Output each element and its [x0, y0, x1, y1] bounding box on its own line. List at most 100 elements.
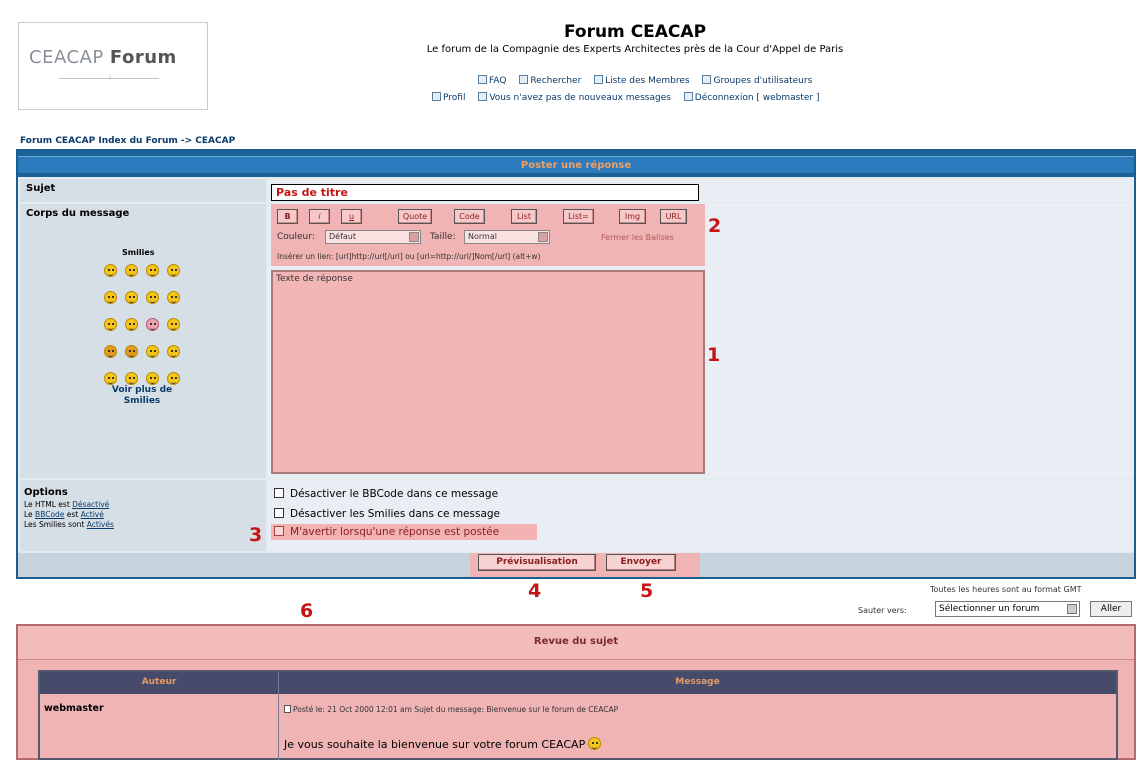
smiley-icon[interactable] — [146, 264, 159, 277]
notify-option[interactable]: M'avertir lorsqu'une réponse est postée — [274, 526, 499, 538]
review-table: Auteur Message webmaster Posté le: 21 Oc… — [38, 670, 1118, 760]
forum-logo[interactable]: CEACAP Forum ⊥ — [18, 22, 208, 110]
form-overlay: Smilies Voir plus de Smilies B i u Quote… — [16, 149, 1136, 579]
color-label: Couleur: — [277, 232, 315, 242]
forum-jump-select[interactable]: Sélectionner un forum — [935, 601, 1080, 617]
smiley-icon[interactable] — [104, 264, 117, 277]
bbcode-help-link[interactable]: BBCode — [35, 510, 64, 519]
site-title: Forum CEACAP — [563, 22, 707, 42]
more-smilies-link[interactable]: Voir plus de Smilies — [102, 385, 182, 407]
nav-members[interactable]: Liste des Membres — [594, 75, 690, 86]
code-button[interactable]: Code — [454, 209, 485, 224]
preview-button[interactable]: Prévisualisation — [478, 554, 596, 571]
image-button[interactable]: Img — [619, 209, 646, 224]
smiley-icon[interactable] — [146, 345, 159, 358]
nav-messages[interactable]: Vous n'avez pas de nouveaux messages — [478, 92, 671, 103]
nav-groups[interactable]: Groupes d'utilisateurs — [702, 75, 812, 86]
logout-icon — [683, 92, 693, 101]
callout-1: 1 — [707, 344, 721, 366]
nav-faq[interactable]: FAQ — [478, 75, 507, 86]
nav-faq-label: FAQ — [489, 76, 507, 86]
html-status-value[interactable]: Désactivé — [72, 500, 109, 509]
smiley-icon[interactable] — [125, 372, 138, 385]
logo-text: CEACAP Forum — [29, 47, 177, 68]
breadcrumb[interactable]: Forum CEACAP Index du Forum -> CEACAP — [20, 136, 235, 146]
search-icon — [519, 75, 529, 84]
logo-text-bold: Forum — [109, 47, 177, 68]
smiley-icon[interactable] — [167, 291, 180, 304]
smiley-icon[interactable] — [167, 318, 180, 331]
col-message: Message — [675, 677, 720, 687]
nav-logout-label: Déconnexion [ webmaster ] — [694, 93, 820, 103]
bbcode-status-mid: est — [64, 510, 81, 519]
bbcode-status-value[interactable]: Activé — [81, 510, 104, 519]
callout-3: 3 — [249, 524, 263, 546]
smiley-icon[interactable] — [104, 345, 117, 358]
smilies-status-value[interactable]: Activés — [87, 520, 114, 529]
list-button[interactable]: List — [511, 209, 537, 224]
smiley-icon[interactable] — [167, 345, 180, 358]
html-status-prefix: Le HTML est — [24, 500, 73, 509]
underline-button[interactable]: u — [341, 209, 362, 224]
smiley-icon[interactable] — [146, 318, 159, 331]
review-header: Revue du sujet — [18, 626, 1134, 660]
topic-review: Revue du sujet Auteur Message webmaster … — [16, 624, 1136, 760]
callout-4: 4 — [528, 580, 542, 602]
notify-label: M'avertir lorsqu'une réponse est postée — [290, 526, 500, 538]
nav-profile[interactable]: Profil — [432, 92, 465, 103]
site-description: Le forum de la Compagnie des Experts Arc… — [426, 44, 844, 55]
disable-smilies-label: Désactiver les Smilies dans ce message — [290, 508, 501, 520]
smiley-icon[interactable] — [125, 291, 138, 304]
url-button[interactable]: URL — [660, 209, 687, 224]
toolbar-hint: Insérer un lien: [url]http://url[/url] o… — [277, 252, 541, 261]
smiley-icon[interactable] — [146, 372, 159, 385]
smiley-icon[interactable] — [104, 318, 117, 331]
chevron-down-icon — [538, 232, 548, 242]
smiley-icon[interactable] — [167, 264, 180, 277]
close-tags-link[interactable]: Fermer les Balises — [601, 233, 674, 242]
post-icon — [284, 705, 291, 713]
italic-button[interactable]: i — [309, 209, 330, 224]
timezone-note: Toutes les heures sont au format GMT — [930, 585, 1082, 594]
submit-button[interactable]: Envoyer — [606, 554, 676, 571]
callout-5: 5 — [640, 580, 654, 602]
review-post-body: Je vous souhaite la bienvenue sur votre … — [284, 737, 602, 751]
profile-icon — [432, 92, 441, 101]
jump-label: Sauter vers: — [858, 606, 907, 615]
nav-logout[interactable]: Déconnexion [ webmaster ] — [683, 92, 820, 103]
nav-members-label: Liste des Membres — [605, 76, 690, 86]
ordered-list-button[interactable]: List= — [563, 209, 594, 224]
quote-button[interactable]: Quote — [398, 209, 432, 224]
smiley-icon[interactable] — [104, 372, 117, 385]
smiley-icon[interactable] — [125, 318, 138, 331]
nav-search[interactable]: Rechercher — [519, 75, 582, 86]
groups-icon — [702, 75, 712, 84]
smiley-icon[interactable] — [125, 345, 138, 358]
color-select[interactable]: Défaut — [325, 230, 421, 244]
color-select-value: Défaut — [329, 232, 357, 241]
review-post-text: Je vous souhaite la bienvenue sur votre … — [284, 738, 586, 751]
smiley-icon[interactable] — [167, 372, 180, 385]
nav-search-label: Rechercher — [530, 76, 582, 86]
disable-bbcode-option[interactable]: Désactiver le BBCode dans ce message — [274, 488, 498, 500]
disable-bbcode-checkbox[interactable] — [274, 488, 284, 498]
messages-icon — [478, 92, 488, 101]
smiley-icon[interactable] — [104, 291, 117, 304]
smilies-status-prefix: Les Smilies sont — [24, 520, 87, 529]
chevron-down-icon — [1067, 604, 1077, 614]
col-author: Auteur — [141, 677, 177, 687]
jump-go-button[interactable]: Aller — [1090, 601, 1132, 617]
notify-checkbox[interactable] — [274, 526, 284, 536]
disable-smilies-option[interactable]: Désactiver les Smilies dans ce message — [274, 508, 500, 520]
size-select-value: Normal — [468, 232, 497, 241]
smiley-icon[interactable] — [125, 264, 138, 277]
bold-button[interactable]: B — [277, 209, 298, 224]
disable-smilies-checkbox[interactable] — [274, 508, 284, 518]
size-select[interactable]: Normal — [464, 230, 550, 244]
message-textarea[interactable]: Texte de réponse — [271, 270, 705, 474]
nav-messages-label: Vous n'avez pas de nouveaux messages — [489, 93, 671, 103]
disable-bbcode-label: Désactiver le BBCode dans ce message — [290, 488, 499, 500]
subject-input[interactable] — [271, 184, 699, 201]
smiley-icon[interactable] — [146, 291, 159, 304]
callout-2: 2 — [708, 215, 722, 237]
